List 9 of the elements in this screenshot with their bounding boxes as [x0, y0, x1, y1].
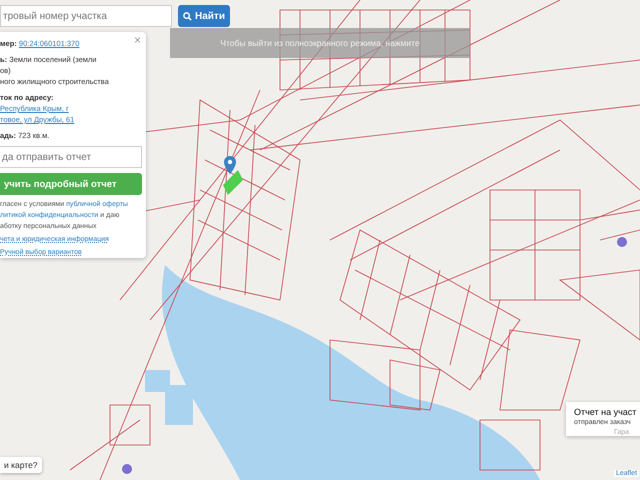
fullscreen-notice: Чтобы выйти из полноэкранного режима, нажмите [170, 28, 470, 58]
get-report-button[interactable]: учить подробный отчет [0, 173, 142, 195]
search-field[interactable]: тровый номер участка [0, 5, 172, 27]
notification-title: Отчет на участ [574, 407, 638, 418]
close-button[interactable]: × [132, 34, 143, 46]
search-button[interactable]: Найти [178, 5, 230, 27]
email-field[interactable]: да отправить отчет [0, 146, 142, 168]
search-icon [183, 12, 192, 20]
map-question-label[interactable]: и карте? [0, 457, 42, 473]
